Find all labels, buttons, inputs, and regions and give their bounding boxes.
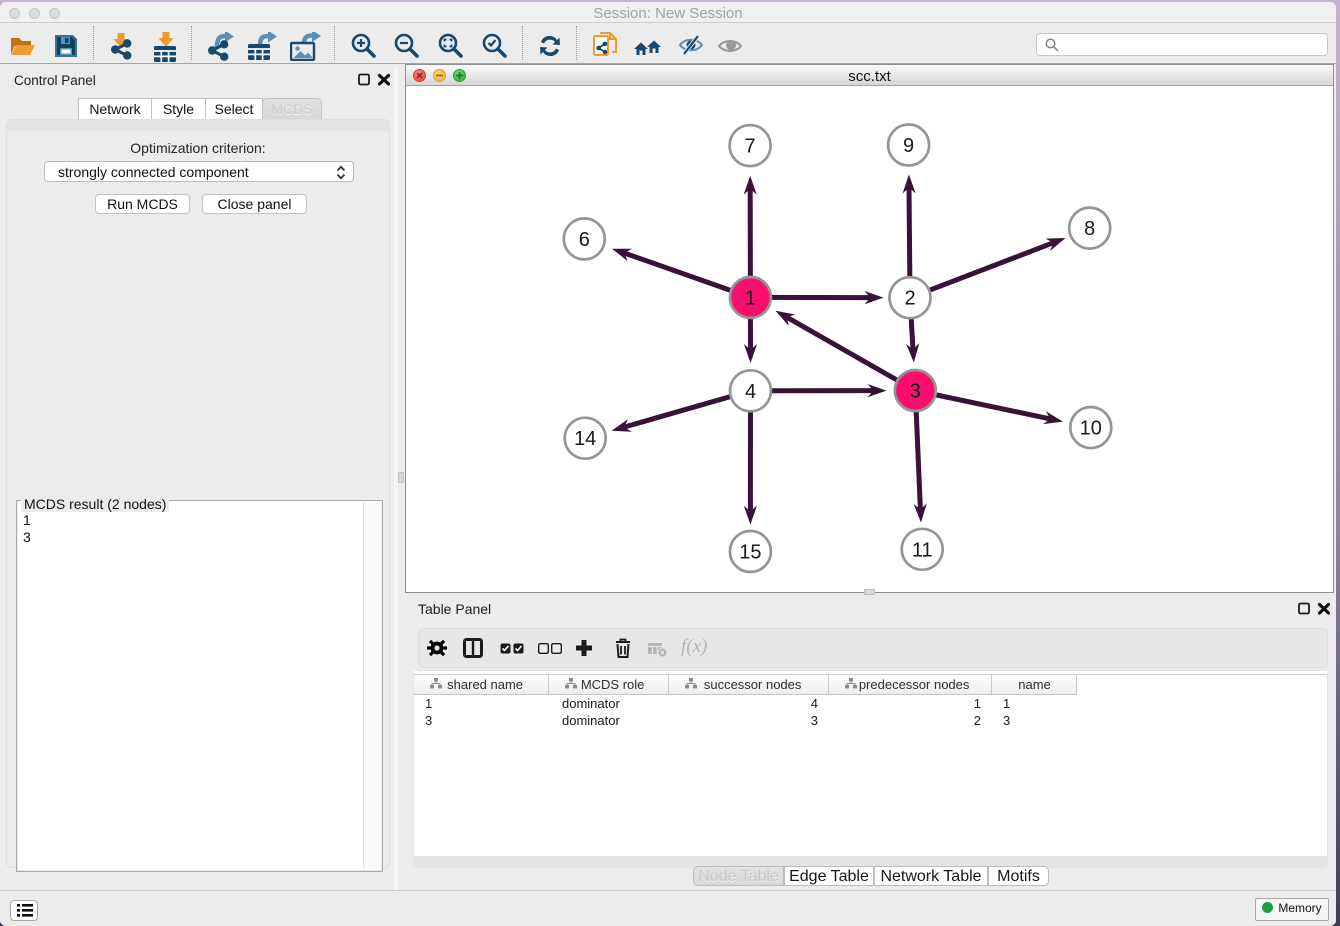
- svg-text:2: 2: [904, 288, 915, 310]
- svg-text:3: 3: [910, 381, 921, 403]
- svg-text:7: 7: [745, 136, 756, 158]
- svg-text:10: 10: [1080, 418, 1102, 440]
- svg-text:11: 11: [912, 539, 933, 561]
- svg-text:14: 14: [574, 428, 596, 450]
- svg-text:8: 8: [1084, 218, 1095, 240]
- svg-text:9: 9: [903, 135, 914, 157]
- svg-text:15: 15: [739, 542, 761, 564]
- svg-text:4: 4: [745, 381, 756, 403]
- svg-text:6: 6: [579, 229, 590, 251]
- svg-text:1: 1: [745, 287, 756, 309]
